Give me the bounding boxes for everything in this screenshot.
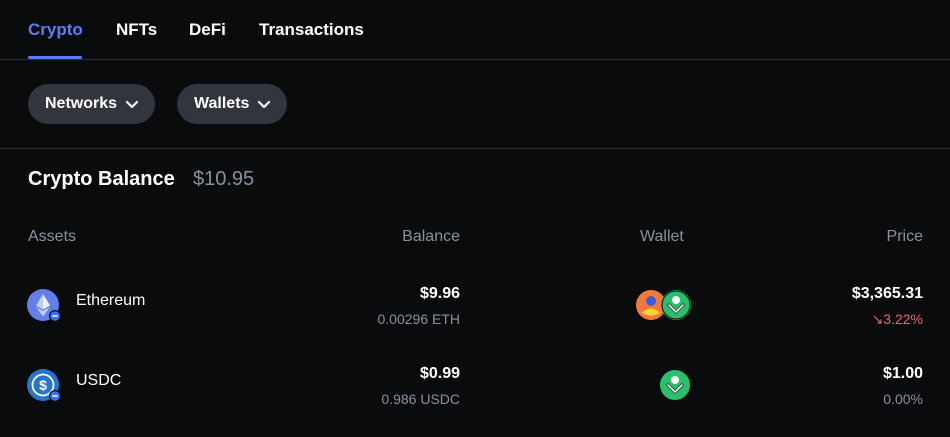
asset-price: $1.00 (882, 365, 923, 382)
tab-nfts[interactable]: NFTs (116, 20, 157, 40)
networks-dropdown-button[interactable]: Networks (28, 84, 156, 124)
networks-label: Networks (45, 95, 118, 112)
header-price[interactable]: Price (887, 228, 923, 246)
balance-fiat: $9.96 (419, 285, 460, 302)
chevron-down-icon (125, 100, 139, 109)
crypto-balance-value: $10.95 (193, 168, 255, 190)
tab-crypto[interactable]: Crypto (28, 20, 83, 40)
wallet-download-icon[interactable] (661, 290, 691, 320)
wallet-download-icon[interactable] (660, 370, 690, 400)
header-balance[interactable]: Balance (402, 228, 460, 246)
tab-defi[interactable]: DeFi (189, 20, 226, 40)
asset-price: $3,365.31 (851, 285, 923, 302)
asset-name: Ethereum (76, 292, 146, 309)
chevron-down-icon (258, 100, 271, 109)
svg-text:$: $ (39, 377, 47, 393)
balance-fiat: $0.99 (419, 365, 460, 382)
header-wallet[interactable]: Wallet (640, 228, 684, 246)
tab-transactions[interactable]: Transactions (259, 20, 364, 40)
balance-token: 0.986 USDC (381, 391, 460, 407)
asset-name: USDC (76, 372, 122, 389)
ethereum-icon (27, 289, 61, 322)
tab-bar: Crypto NFTs DeFi Transactions (0, 0, 950, 60)
header-assets[interactable]: Assets (28, 228, 76, 246)
active-tab-indicator (28, 56, 82, 59)
usdc-icon: $ (27, 369, 61, 402)
price-change: ↘3.22% (871, 311, 923, 327)
price-change: 0.00% (883, 391, 923, 407)
filter-bar: Networks Wallets (0, 60, 950, 149)
crypto-balance-title: Crypto Balance (28, 168, 175, 190)
wallets-label: Wallets (194, 95, 250, 112)
wallets-dropdown-button[interactable]: Wallets (177, 84, 288, 124)
balance-token: 0.00296 ETH (377, 311, 461, 327)
